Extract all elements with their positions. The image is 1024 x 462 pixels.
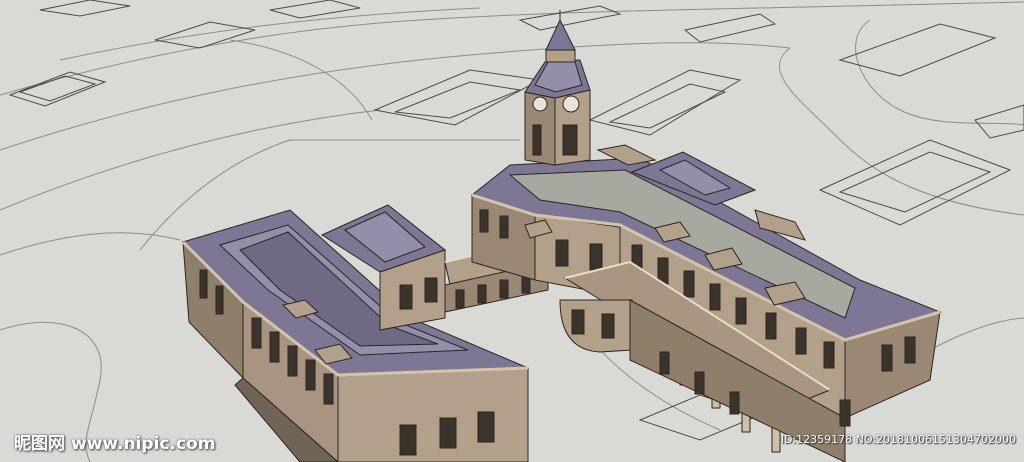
watermark-logo-text: 昵图网 xyxy=(14,434,65,454)
architectural-model-render xyxy=(0,0,1024,462)
clock-face-right xyxy=(562,95,580,113)
clock-face-left xyxy=(532,96,548,112)
watermark-site: www.nipic.com xyxy=(71,434,216,454)
watermark-logo: 昵图网 www.nipic.com xyxy=(14,429,215,454)
left-wing-front-wall xyxy=(337,367,529,462)
watermark-image-id: ID:12359178 NO:20181006151304702000 xyxy=(780,433,1016,446)
